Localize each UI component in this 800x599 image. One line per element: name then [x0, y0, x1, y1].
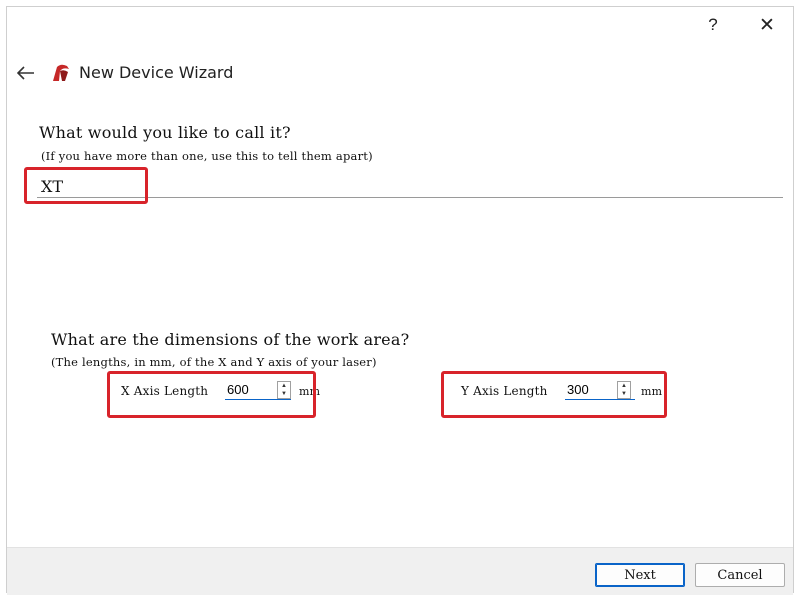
next-button[interactable]: Next [595, 563, 685, 587]
wizard-window: ? ✕ New Device Wizard What would you lik… [6, 6, 794, 595]
name-hint: (If you have more than one, use this to … [41, 149, 373, 163]
dimensions-hint: (The lengths, in mm, of the X and Y axis… [51, 355, 377, 369]
wizard-header: New Device Wizard [7, 53, 793, 93]
back-arrow-icon[interactable] [15, 63, 37, 83]
name-highlight-box [24, 167, 148, 204]
laser-app-icon [51, 63, 71, 83]
wizard-title: New Device Wizard [79, 63, 234, 82]
y-axis-highlight-box [441, 371, 667, 418]
title-bar: ? ✕ [7, 7, 793, 43]
x-axis-highlight-box [107, 371, 316, 418]
device-name-input[interactable] [37, 176, 783, 198]
dimensions-question: What are the dimensions of the work area… [51, 330, 410, 349]
close-button[interactable]: ✕ [747, 11, 787, 39]
name-question: What would you like to call it? [39, 123, 291, 142]
wizard-footer: Next Cancel [7, 547, 793, 595]
cancel-button[interactable]: Cancel [695, 563, 785, 587]
help-button[interactable]: ? [693, 11, 733, 39]
